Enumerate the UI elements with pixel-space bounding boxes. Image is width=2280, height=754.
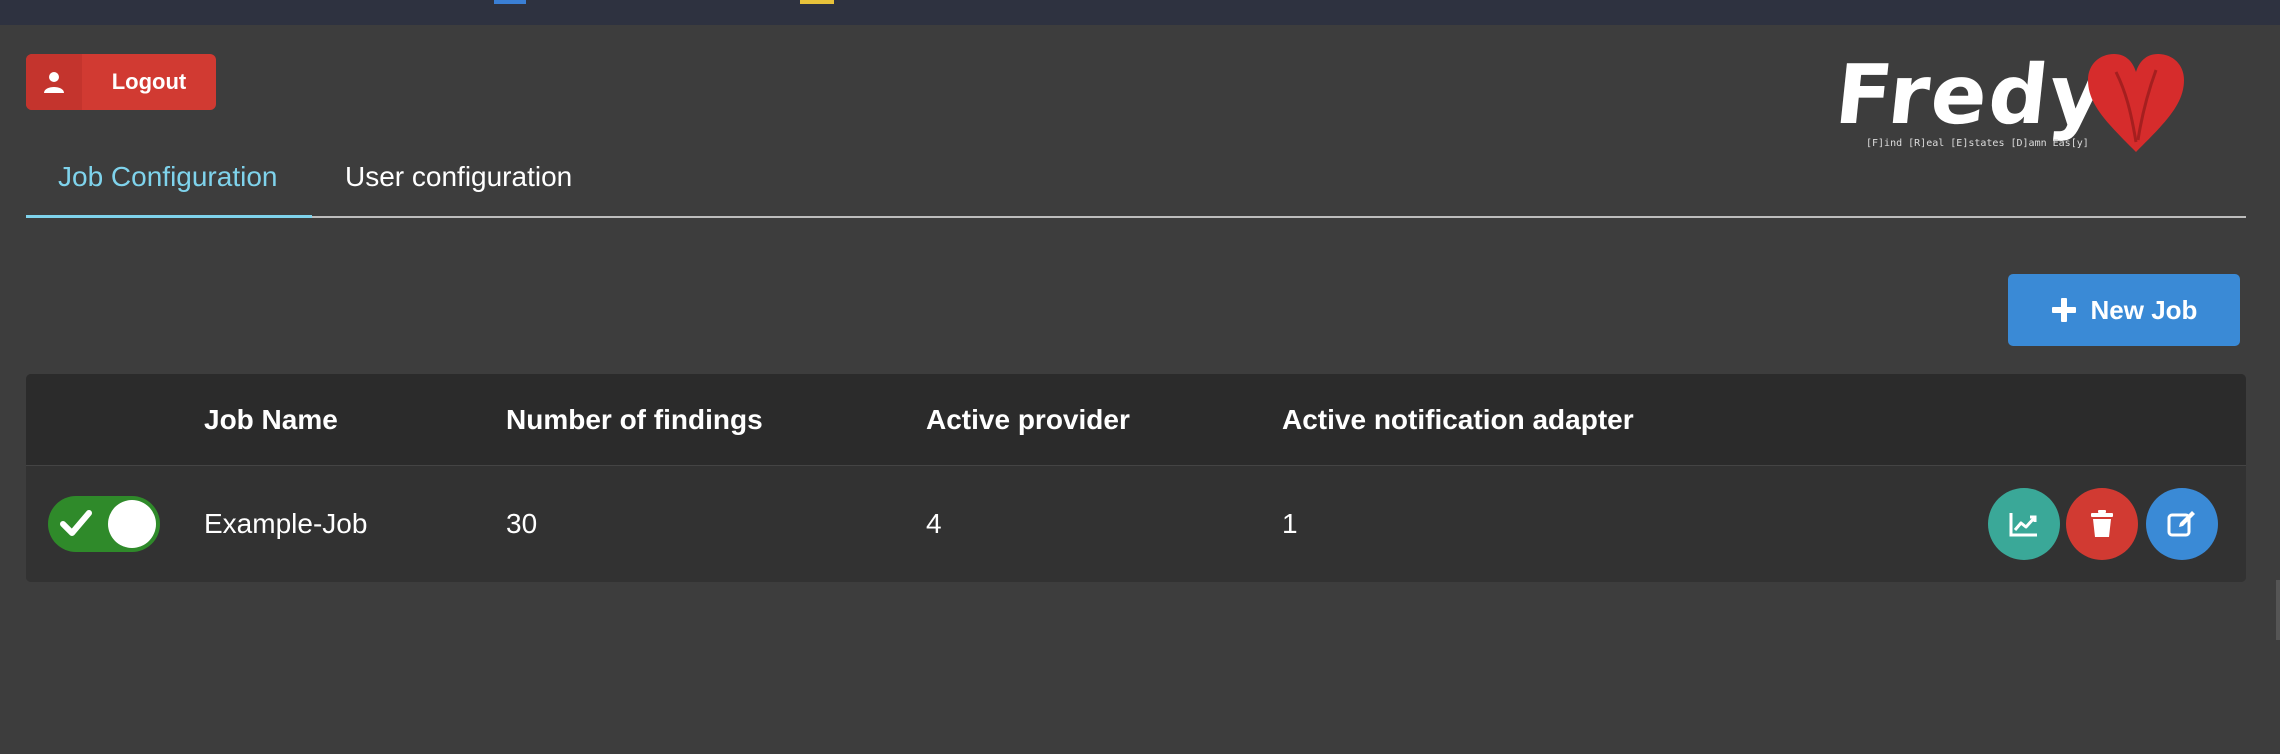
view-insights-button[interactable] bbox=[1988, 488, 2060, 560]
column-header-notification-adapter: Active notification adapter bbox=[1282, 404, 1634, 435]
tab-job-configuration[interactable]: Job Configuration bbox=[58, 160, 277, 194]
logout-label: Logout bbox=[111, 69, 187, 94]
jobs-table: Job Name Number of findings Active provi… bbox=[26, 374, 2246, 582]
column-header-findings: Number of findings bbox=[506, 404, 763, 435]
tab-user-configuration[interactable]: User configuration bbox=[345, 160, 572, 194]
user-icon bbox=[26, 54, 82, 110]
logo-text: Fredy bbox=[1831, 48, 2111, 143]
chart-line-icon bbox=[2009, 513, 2037, 537]
active-tab-indicator bbox=[26, 215, 312, 218]
edit-icon bbox=[2167, 511, 2195, 537]
plus-icon bbox=[2051, 297, 2077, 323]
new-job-label: New Job bbox=[2090, 294, 2198, 325]
job-name-cell: Example-Job bbox=[204, 508, 368, 539]
job-enabled-toggle[interactable] bbox=[48, 496, 160, 552]
notification-adapter-cell: 1 bbox=[1282, 508, 1298, 539]
topbar-accent-blue bbox=[494, 0, 526, 4]
provider-cell: 4 bbox=[926, 508, 942, 539]
findings-cell: 30 bbox=[506, 508, 538, 539]
fredy-logo: Fredy [F]ind [R]eal [E]states [D]amn Eas… bbox=[1831, 48, 2196, 160]
scrollbar[interactable] bbox=[2276, 580, 2280, 640]
topbar-accent-yellow bbox=[800, 0, 834, 4]
edit-job-button[interactable] bbox=[2146, 488, 2218, 560]
toggle-knob bbox=[108, 500, 156, 548]
column-header-provider: Active provider bbox=[926, 404, 1130, 435]
new-job-button[interactable]: New Job bbox=[2008, 274, 2240, 346]
delete-job-button[interactable] bbox=[2066, 488, 2138, 560]
table-row: Example-Job 30 4 1 bbox=[26, 466, 2246, 582]
column-header-job-name: Job Name bbox=[204, 404, 338, 435]
browser-top-bar bbox=[0, 0, 2280, 25]
heart-icon bbox=[2088, 54, 2184, 152]
check-icon bbox=[60, 510, 92, 536]
trash-icon bbox=[2091, 510, 2113, 537]
config-tabs: Job Configuration User configuration bbox=[26, 148, 2246, 218]
table-header: Job Name Number of findings Active provi… bbox=[26, 374, 2246, 466]
logout-button[interactable]: Logout bbox=[26, 54, 216, 110]
